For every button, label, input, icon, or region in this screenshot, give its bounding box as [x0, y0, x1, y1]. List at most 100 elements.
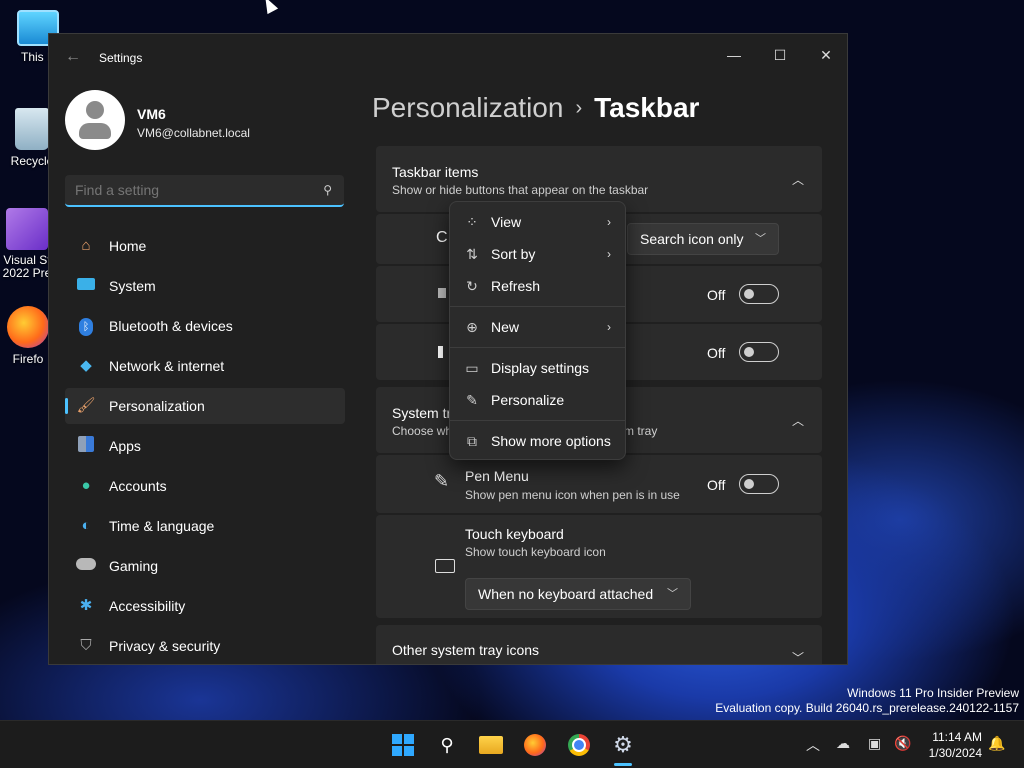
menu-item-show-more-options[interactable]: ⧉ Show more options — [454, 426, 623, 456]
other-tray-icons-header[interactable]: Other system tray icons ﹀ — [376, 625, 822, 664]
toggle-state-label: Off — [707, 345, 726, 361]
settings-window: ← Settings — ☐ ✕ VM6 VM6@collabnet.local… — [48, 33, 848, 665]
card-title: Other system tray icons — [392, 642, 540, 658]
menu-item-label: Show more options — [491, 433, 611, 449]
mouse-cursor-icon — [260, 0, 279, 15]
avatar — [65, 90, 125, 150]
setting-title: Pen Menu — [465, 468, 529, 484]
close-button[interactable]: ✕ — [803, 40, 847, 70]
chevron-down-icon[interactable]: ﹀ — [792, 649, 804, 664]
setting-title: Touch keyboard — [465, 526, 564, 542]
context-menu: ⁘ View › ⇅ Sort by › ↻ Refresh ⊕ New › ▭… — [449, 201, 626, 460]
expand-icon: ⧉ — [467, 432, 477, 449]
menu-item-view[interactable]: ⁘ View › — [454, 207, 623, 237]
user-email: VM6@collabnet.local — [137, 126, 250, 140]
sidebar-item-label: Personalization — [109, 398, 205, 414]
sidebar-item-time-language[interactable]: ◐ Time & language — [65, 508, 345, 544]
menu-separator — [450, 306, 625, 307]
grid-icon: ⁘ — [466, 213, 478, 230]
sidebar-item-label: Accounts — [109, 478, 167, 494]
row2-toggle[interactable] — [739, 284, 779, 304]
search-input[interactable] — [65, 175, 305, 205]
search-mode-dropdown[interactable]: Search icon only ﹀ — [627, 223, 779, 255]
maximize-button[interactable]: ☐ — [757, 40, 803, 70]
start-button[interactable] — [389, 731, 417, 759]
touch-keyboard-dropdown[interactable]: When no keyboard attached ﹀ — [465, 578, 691, 610]
sidebar-item-accounts[interactable]: ● Accounts — [65, 468, 345, 504]
menu-item-label: View — [491, 214, 522, 230]
taskbar-search-icon[interactable]: ⚲ — [433, 731, 461, 759]
sidebar-item-apps[interactable]: Apps — [65, 428, 345, 464]
network-icon[interactable]: ▣ — [868, 735, 881, 752]
title-bar[interactable]: ← Settings — ☐ ✕ — [49, 34, 847, 82]
user-name: VM6 — [137, 106, 166, 122]
widget-icon — [438, 288, 446, 298]
apps-icon — [75, 436, 97, 456]
sidebar-item-bluetooth[interactable]: ᛒ Bluetooth & devices — [65, 308, 345, 344]
file-explorer-icon[interactable] — [477, 731, 505, 759]
sidebar-nav: ⌂ Home System ᛒ Bluetooth & devices ◆ Ne… — [65, 228, 345, 664]
chevron-up-icon[interactable]: ︿ — [792, 412, 804, 429]
wifi-icon: ◆ — [80, 357, 92, 374]
menu-item-label: New — [491, 319, 520, 335]
active-app-indicator — [614, 763, 632, 766]
card-subtitle: Show or hide buttons that appear on the … — [392, 183, 649, 197]
desktop-icon-firefox[interactable]: Firefo — [4, 306, 52, 366]
sidebar-item-personalization[interactable]: 🖌 Personalization — [65, 388, 345, 424]
home-icon: ⌂ — [81, 237, 91, 254]
menu-separator — [450, 420, 625, 421]
sort-icon: ⇅ — [466, 245, 478, 262]
sidebar-item-privacy[interactable]: ⛉ Privacy & security — [65, 628, 345, 664]
globe-clock-icon: ◐ — [81, 517, 91, 534]
paintbrush-icon: 🖌 — [76, 397, 96, 414]
menu-item-display-settings[interactable]: ▭ Display settings — [454, 353, 623, 383]
firefox-taskbar-icon[interactable] — [521, 731, 549, 759]
setting-subtitle: Show touch keyboard icon — [465, 545, 606, 559]
minimize-button[interactable]: — — [711, 40, 757, 70]
clock-time: 11:14 AM — [932, 730, 982, 744]
back-arrow-icon[interactable]: ← — [65, 48, 81, 66]
cloud-offline-icon[interactable]: ☁ — [836, 735, 850, 752]
sidebar-item-label: Privacy & security — [109, 638, 221, 654]
menu-item-personalize[interactable]: ✎ Personalize — [454, 385, 623, 415]
sidebar-item-gaming[interactable]: Gaming — [65, 548, 345, 584]
system-icon — [75, 276, 97, 296]
card-title: Taskbar items — [392, 164, 479, 180]
sidebar-item-network[interactable]: ◆ Network & internet — [65, 348, 345, 384]
volume-muted-icon[interactable]: 🔇 — [894, 735, 911, 752]
user-profile[interactable]: VM6 VM6@collabnet.local — [65, 90, 250, 150]
card-subtitle-start: Choose wh — [392, 424, 453, 438]
settings-taskbar-icon[interactable]: ⚙ — [609, 731, 637, 759]
breadcrumb-parent[interactable]: Personalization — [372, 92, 563, 123]
sidebar-item-home[interactable]: ⌂ Home — [65, 228, 345, 264]
menu-item-refresh[interactable]: ↻ Refresh — [454, 271, 623, 301]
notification-bell-icon[interactable]: 🔔 — [988, 735, 1005, 752]
pencil-icon: ✎ — [466, 391, 478, 408]
pen-menu-toggle[interactable] — [739, 474, 779, 494]
search-icon[interactable]: ⚲ — [323, 183, 332, 197]
desktop-icon-visual-studio[interactable]: Visual St 2022 Pre — [0, 208, 54, 280]
window-title: Settings — [99, 51, 143, 65]
sidebar-item-system[interactable]: System — [65, 268, 345, 304]
pen-icon: ✎ — [434, 471, 450, 491]
breadcrumb-separator: › — [575, 97, 583, 119]
sidebar-item-label: Home — [109, 238, 147, 254]
toggle-state-label: Off — [707, 287, 726, 303]
sidebar-item-label: Apps — [109, 438, 141, 454]
search-box[interactable]: ⚲ — [65, 175, 344, 207]
menu-item-label: Personalize — [491, 392, 565, 408]
chevron-right-icon: › — [607, 215, 611, 229]
menu-item-sort-by[interactable]: ⇅ Sort by › — [454, 239, 623, 269]
watermark-line-2: Evaluation copy. Build 26040.rs_prerelea… — [715, 701, 1019, 715]
dropdown-value: When no keyboard attached — [478, 586, 654, 602]
setting-subtitle: Show pen menu icon when pen is in use — [465, 488, 680, 502]
chevron-up-icon[interactable]: ︿ — [792, 171, 804, 188]
taskbar: ⚲ ⚙ ︿ ☁ ▣ 🔇 11:14 AM 1/30/2024 🔔 — [0, 720, 1024, 768]
chevron-up-tray-icon[interactable]: ︿ — [806, 735, 820, 755]
bluetooth-icon: ᛒ — [75, 316, 97, 336]
system-clock[interactable]: 11:14 AM 1/30/2024 — [918, 729, 982, 761]
menu-item-new[interactable]: ⊕ New › — [454, 312, 623, 342]
row3-toggle[interactable] — [739, 342, 779, 362]
chrome-taskbar-icon[interactable] — [565, 731, 593, 759]
sidebar-item-accessibility[interactable]: ✱ Accessibility — [65, 588, 345, 624]
